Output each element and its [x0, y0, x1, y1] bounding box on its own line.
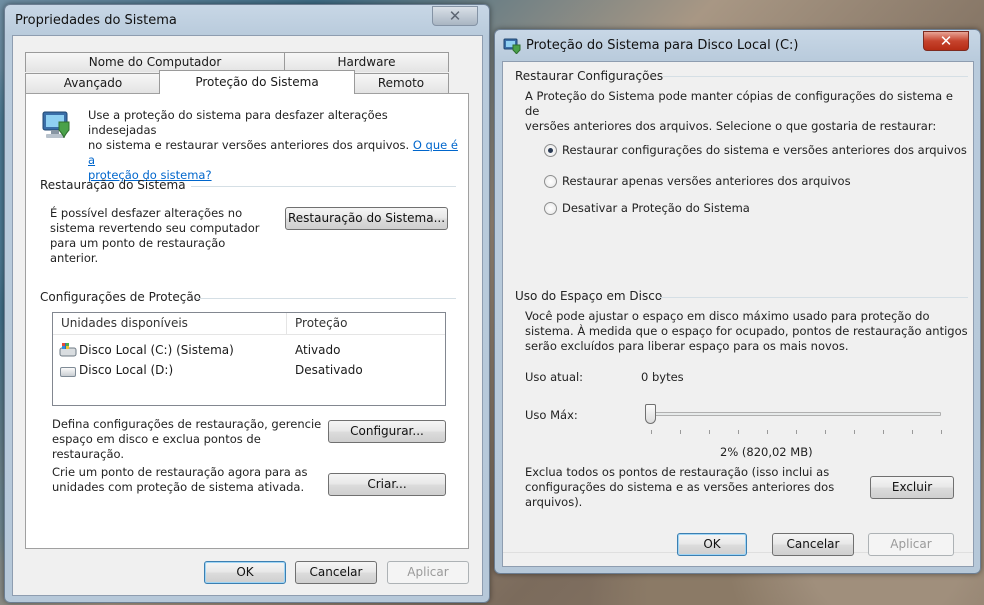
close-button[interactable]: ✕ [432, 6, 478, 26]
drives-list[interactable]: Unidades disponíveis Proteção Disco Loca… [52, 312, 446, 406]
window-title: Propriedades do Sistema [15, 13, 177, 28]
radio-restore-all-label[interactable]: Restaurar configurações do sistema e ver… [562, 143, 967, 158]
cancel-button[interactable]: Cancelar [772, 533, 854, 556]
tab-advanced[interactable]: Avançado [25, 73, 161, 93]
apply-button[interactable]: Aplicar [868, 533, 954, 556]
intro-text: Use a proteção do sistema para desfazer … [88, 108, 458, 182]
section-divider [196, 298, 456, 299]
restore-settings-title: Restaurar Configurações [515, 69, 664, 83]
section-divider [659, 297, 968, 298]
dialog-body: Nome do Computador Hardware Avançado Pro… [12, 35, 483, 596]
slider-tick [738, 430, 739, 434]
cancel-button[interactable]: Cancelar [295, 561, 377, 584]
drive-name: Disco Local (C:) (Sistema) [79, 343, 234, 357]
slider-tick [651, 430, 652, 434]
protection-status: Desativado [295, 363, 363, 377]
table-row[interactable]: Disco Local (C:) (Sistema) Ativado [53, 340, 445, 360]
max-usage-slider-track[interactable] [647, 412, 941, 416]
disk-usage-description: Você pode ajustar o espaço em disco máxi… [525, 309, 968, 353]
tab-system-protection[interactable]: Proteção do Sistema [159, 70, 355, 94]
apply-button[interactable]: Aplicar [387, 561, 469, 584]
create-button[interactable]: Criar... [328, 473, 446, 496]
section-divider [663, 76, 968, 77]
column-header-protection[interactable]: Proteção [287, 313, 445, 335]
configure-button[interactable]: Configurar... [328, 420, 446, 443]
column-header-drives[interactable]: Unidades disponíveis [53, 313, 287, 335]
max-usage-label: Uso Máx: [525, 408, 578, 422]
tab-content: Use a proteção do sistema para desfazer … [25, 93, 469, 549]
configure-description: Defina configurações de restauração, ger… [52, 417, 322, 461]
tab-hardware[interactable]: Hardware [284, 52, 449, 72]
slider-tick [709, 430, 710, 434]
restore-settings-description: A Proteção do Sistema pode manter cópias… [525, 89, 953, 133]
ok-button[interactable]: OK [204, 561, 286, 584]
create-description: Crie um ponto de restauração agora para … [52, 465, 308, 494]
system-restore-button[interactable]: Restauração do Sistema... [285, 207, 448, 230]
slider-tick [854, 430, 855, 434]
slider-tick [680, 430, 681, 434]
radio-restore-all[interactable] [544, 144, 557, 157]
system-protection-icon [40, 108, 74, 144]
delete-description: Exclua todos os pontos de restauração (i… [525, 465, 835, 509]
close-button[interactable]: ✕ [923, 31, 969, 51]
current-usage-value: 0 bytes [641, 370, 684, 384]
tab-remote[interactable]: Remoto [353, 73, 449, 93]
radio-disable-protection-label[interactable]: Desativar a Proteção do Sistema [562, 201, 750, 216]
dialog-body: Restaurar Configurações A Proteção do Si… [502, 61, 974, 567]
table-row[interactable]: Disco Local (D:) Desativado [53, 360, 445, 380]
radio-restore-files-only-label[interactable]: Restaurar apenas versões anteriores dos … [562, 174, 851, 189]
delete-button[interactable]: Excluir [870, 476, 954, 499]
system-protection-title-icon [503, 38, 521, 56]
slider-tick [883, 430, 884, 434]
drive-name: Disco Local (D:) [79, 363, 174, 377]
tab-computer-name[interactable]: Nome do Computador [25, 52, 285, 72]
current-usage-label: Uso atual: [525, 370, 584, 384]
protection-status: Ativado [295, 343, 341, 357]
ok-button[interactable]: OK [677, 533, 747, 556]
drive-icon [60, 367, 76, 377]
restore-description: É possível desfazer alterações no sistem… [50, 206, 260, 265]
slider-tick [912, 430, 913, 434]
slider-tick [767, 430, 768, 434]
radio-restore-files-only[interactable] [544, 175, 557, 188]
slider-tick [796, 430, 797, 434]
system-properties-window: Propriedades do Sistema ✕ Nome do Comput… [4, 4, 490, 603]
window-title: Proteção do Sistema para Disco Local (C:… [526, 38, 799, 53]
restore-section-title: Restauração do Sistema [40, 178, 186, 192]
max-usage-readout: 2% (820,02 MB) [720, 445, 813, 459]
disk-usage-title: Uso do Espaço em Disco [515, 289, 663, 303]
max-usage-slider-thumb[interactable] [645, 404, 656, 424]
section-divider [191, 186, 456, 187]
radio-disable-protection[interactable] [544, 202, 557, 215]
system-drive-icon [59, 342, 77, 358]
slider-tick [825, 430, 826, 434]
drive-protection-window: Proteção do Sistema para Disco Local (C:… [494, 29, 981, 574]
protection-section-title: Configurações de Proteção [40, 290, 202, 304]
slider-tick [941, 430, 942, 434]
